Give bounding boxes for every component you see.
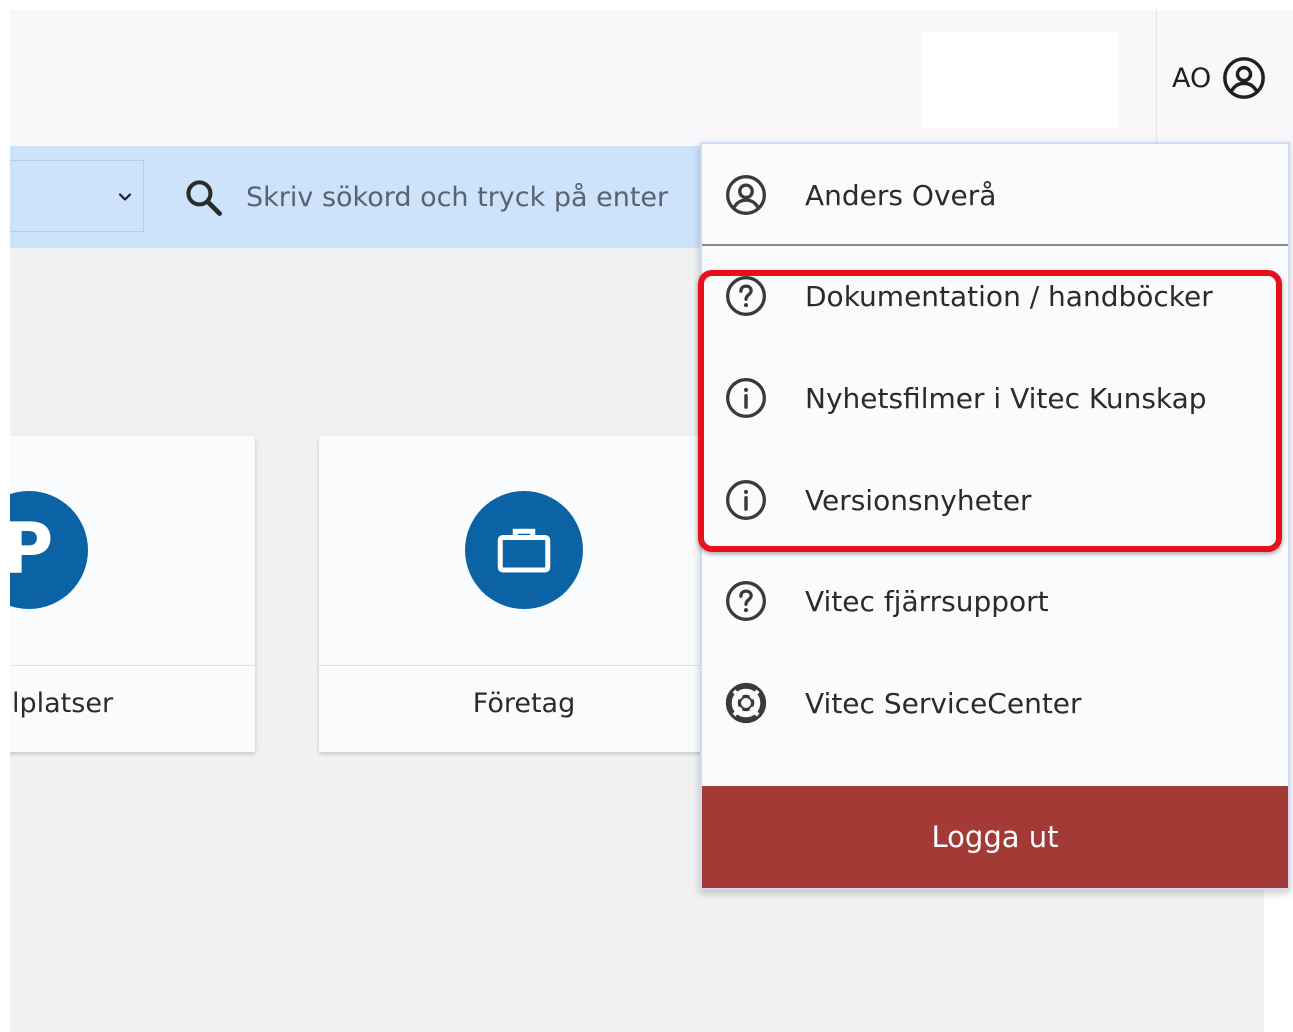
logout-button[interactable]: Logga ut <box>702 786 1288 888</box>
menu-item-label: Nyhetsfilmer i Vitec Kunskap <box>805 381 1207 415</box>
briefcase-icon <box>497 528 551 573</box>
menu-item-news-films[interactable]: Nyhetsfilmer i Vitec Kunskap <box>702 347 1288 449</box>
user-circle-icon <box>726 175 766 215</box>
search-icon[interactable] <box>182 176 226 220</box>
search-bar <box>10 146 710 248</box>
chevron-down-icon <box>118 193 132 201</box>
tile-company[interactable]: Företag <box>319 436 739 752</box>
tile-label: Företag <box>472 688 576 719</box>
user-dropdown-menu: Anders Overå Dokumentation / handböcker … <box>698 142 1290 890</box>
menu-item-label: Vitec fjärrsupport <box>805 584 1049 618</box>
user-menu-toggle[interactable]: AO <box>1172 52 1267 104</box>
user-circle-icon <box>1223 57 1266 99</box>
top-bar: AO <box>10 10 1293 146</box>
tile-parking[interactable]: P lplatser <box>10 436 255 752</box>
parking-icon-letter: P <box>10 508 54 590</box>
topbar-divider <box>1156 10 1157 146</box>
menu-item-service-center[interactable]: Vitec ServiceCenter <box>702 652 1288 754</box>
menu-item-label: Vitec ServiceCenter <box>805 686 1082 720</box>
menu-item-version-news[interactable]: Versionsnyheter <box>702 449 1288 551</box>
info-circle-icon <box>726 378 766 418</box>
tile-divider <box>10 665 255 666</box>
menu-item-label: Versionsnyheter <box>805 483 1032 517</box>
lifebuoy-icon <box>725 682 767 724</box>
tile-label: lplatser <box>12 688 114 719</box>
menu-item-remote-support[interactable]: Vitec fjärrsupport <box>702 550 1288 652</box>
topbar-blank-area <box>922 32 1118 128</box>
search-input[interactable] <box>246 172 706 222</box>
help-circle-icon <box>726 581 766 621</box>
user-initials: AO <box>1172 62 1212 94</box>
search-scope-select[interactable] <box>10 160 144 232</box>
tile-divider <box>319 665 739 666</box>
app-page: AO P lplatser <box>10 10 1293 1032</box>
help-circle-icon <box>726 276 766 316</box>
menu-item-label: Dokumentation / handböcker <box>805 279 1213 313</box>
menu-item-documentation[interactable]: Dokumentation / handböcker <box>702 245 1288 347</box>
briefcase-icon-circle <box>465 491 583 609</box>
parking-icon: P <box>10 491 88 609</box>
menu-item-user-profile[interactable]: Anders Overå <box>702 144 1288 246</box>
user-name: Anders Overå <box>805 178 997 212</box>
info-circle-icon <box>726 480 766 520</box>
